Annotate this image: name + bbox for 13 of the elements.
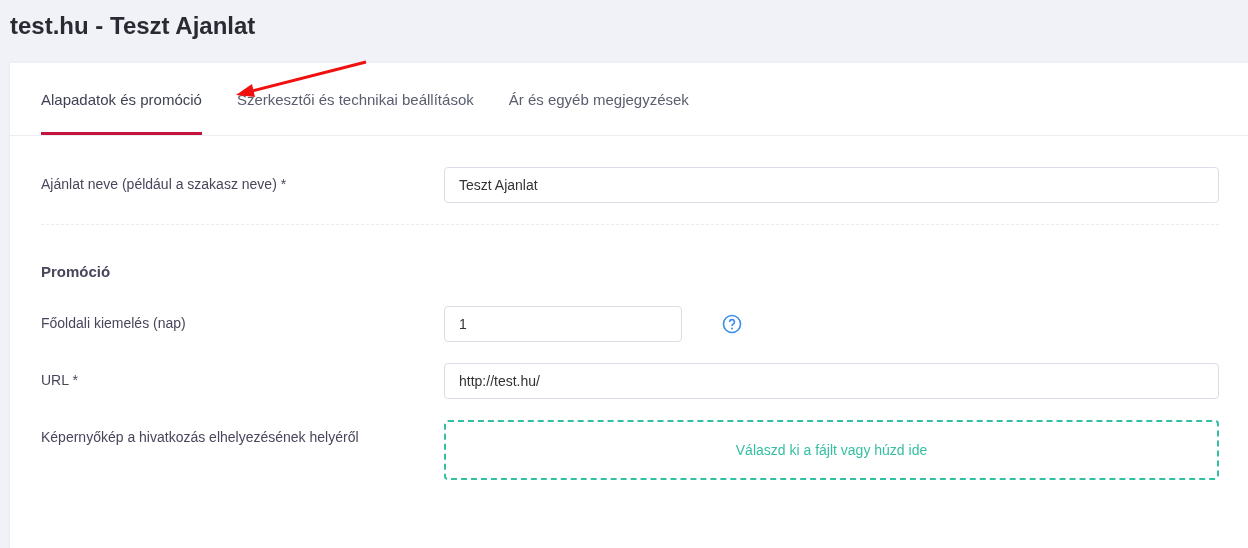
input-field[interactable]: Teszt Ajanlat <box>444 167 1219 203</box>
field-label: Ajánlat neve (például a szakasz neve) * <box>41 175 288 192</box>
help-icon[interactable] <box>722 314 742 334</box>
page-title: test.hu - Teszt Ajanlat <box>9 11 257 41</box>
input-field[interactable]: 1 <box>444 306 682 342</box>
field-label: URL * <box>41 371 79 388</box>
tab[interactable]: Szerkesztői és technikai beállítások <box>236 63 474 135</box>
input-field[interactable]: http://test.hu/ <box>444 363 1219 399</box>
section-heading: Promóció <box>41 263 112 280</box>
tab[interactable]: Alapadatok és promóció <box>41 63 202 135</box>
tab[interactable]: Ár és egyéb megjegyzések <box>508 63 689 135</box>
field-label: Képernyőkép a hivatkozás elhelyezésének helyéről <box>41 428 360 445</box>
field-label: Főoldali kiemelés (nap) <box>41 314 187 331</box>
